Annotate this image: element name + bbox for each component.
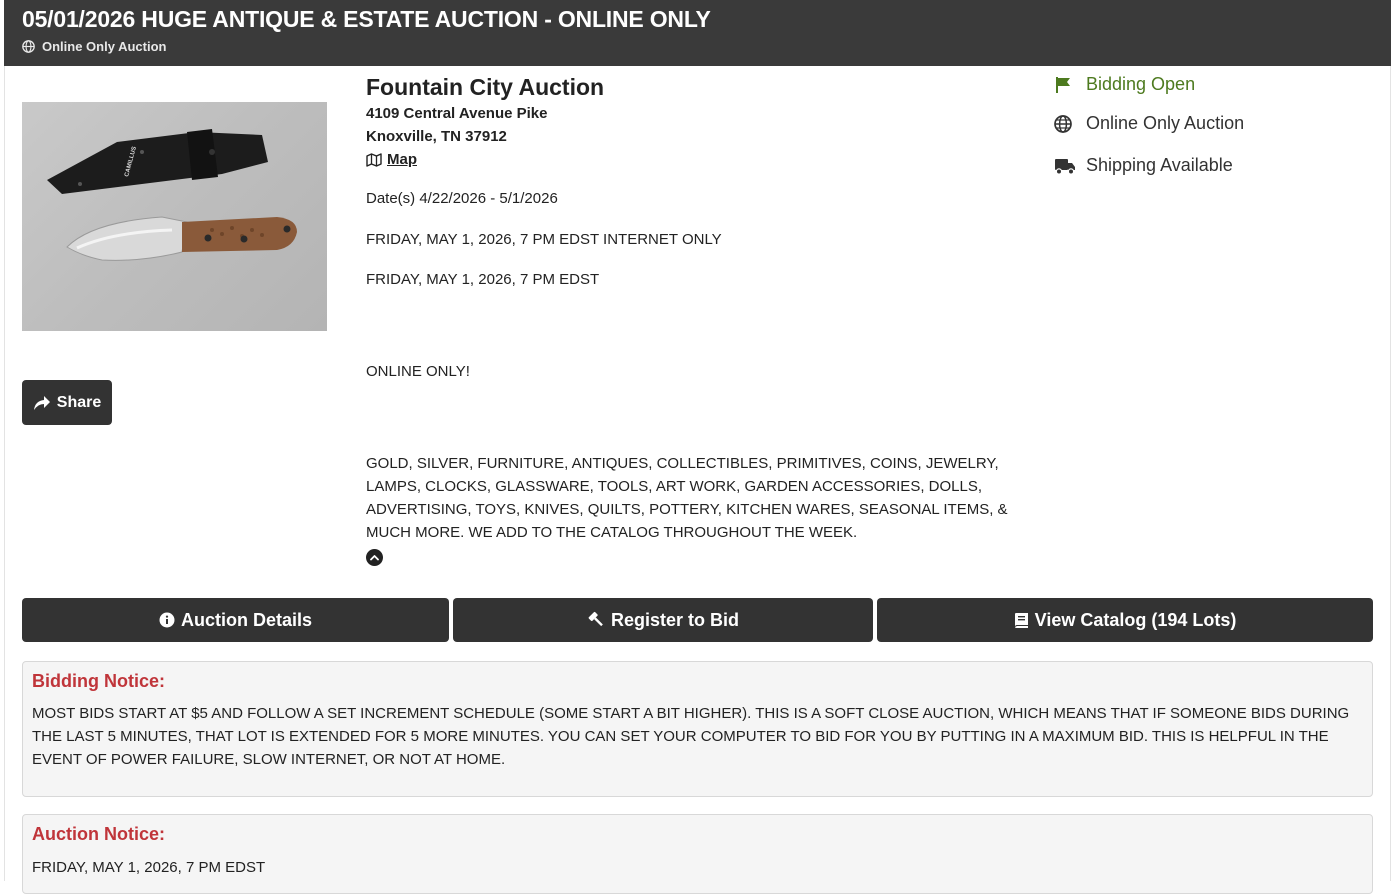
book-icon <box>1014 612 1029 629</box>
auction-schedule-line2: FRIDAY, MAY 1, 2026, 7 PM EDST <box>366 271 600 288</box>
map-link[interactable]: Map <box>366 151 417 168</box>
register-to-bid-label: Register to Bid <box>610 609 739 630</box>
notice-title: Auction Notice: <box>32 824 165 844</box>
auction-dates: Date(s) 4/22/2026 - 5/1/2026 <box>366 190 558 207</box>
auction-type-subtitle: Online Only Auction <box>22 39 166 54</box>
notice-title: Bidding Notice: <box>32 671 165 691</box>
address-line1: 4109 Central Avenue Pike <box>366 105 548 122</box>
auction-details-button[interactable]: Auction Details <box>22 598 449 642</box>
register-to-bid-button[interactable]: Register to Bid <box>453 598 873 642</box>
company-name: Fountain City Auction <box>366 74 605 100</box>
flag-icon <box>1054 76 1076 94</box>
knife-photo: CAMILLUS <box>47 129 297 261</box>
collapse-button[interactable] <box>366 549 383 566</box>
bidding-notice: Bidding Notice: MOST BIDS START AT $5 AN… <box>22 661 1373 797</box>
map-icon <box>366 152 382 167</box>
auction-title: 05/01/2026 HUGE ANTIQUE & ESTATE AUCTION… <box>22 6 711 32</box>
share-label: Share <box>56 393 102 411</box>
auction-description: GOLD, SILVER, FURNITURE, ANTIQUES, COLLE… <box>366 455 1008 541</box>
auction-details-label: Auction Details <box>180 609 313 630</box>
map-label: Map <box>387 151 417 168</box>
truck-icon <box>1054 157 1076 175</box>
notice-text: MOST BIDS START AT $5 AND FOLLOW A SET I… <box>32 705 1350 768</box>
status-label: Online Only Auction <box>1086 113 1245 133</box>
share-arrow-icon <box>33 395 51 411</box>
status-label: Shipping Available <box>1086 155 1233 175</box>
address-line2: Knoxville, TN 37912 <box>366 128 507 145</box>
online-only-text: ONLINE ONLY! <box>366 363 470 380</box>
status-label: Bidding Open <box>1086 74 1196 94</box>
lot-image[interactable]: CAMILLUS <box>22 102 327 331</box>
globe-icon <box>22 40 35 53</box>
notice-text: FRIDAY, MAY 1, 2026, 7 PM EDST <box>32 859 266 876</box>
chevron-up-icon <box>370 554 379 561</box>
globe-icon <box>1054 114 1076 133</box>
auction-notice: Auction Notice: FRIDAY, MAY 1, 2026, 7 P… <box>22 814 1373 894</box>
status-shipping: Shipping Available <box>1054 155 1233 176</box>
auction-type-label: Online Only Auction <box>42 39 167 54</box>
sheath-brand-logo: CAMILLUS <box>124 146 139 177</box>
view-catalog-label: View Catalog (194 Lots) <box>1034 609 1237 630</box>
status-bidding-open: Bidding Open <box>1054 74 1195 95</box>
view-catalog-button[interactable]: View Catalog (194 Lots) <box>877 598 1373 642</box>
share-button[interactable]: Share <box>22 380 112 425</box>
auction-schedule-line1: FRIDAY, MAY 1, 2026, 7 PM EDST INTERNET … <box>366 231 722 248</box>
gavel-icon <box>587 611 605 629</box>
info-icon <box>159 612 175 628</box>
auction-header: 05/01/2026 HUGE ANTIQUE & ESTATE AUCTION… <box>4 0 1391 66</box>
status-online-only: Online Only Auction <box>1054 113 1244 134</box>
